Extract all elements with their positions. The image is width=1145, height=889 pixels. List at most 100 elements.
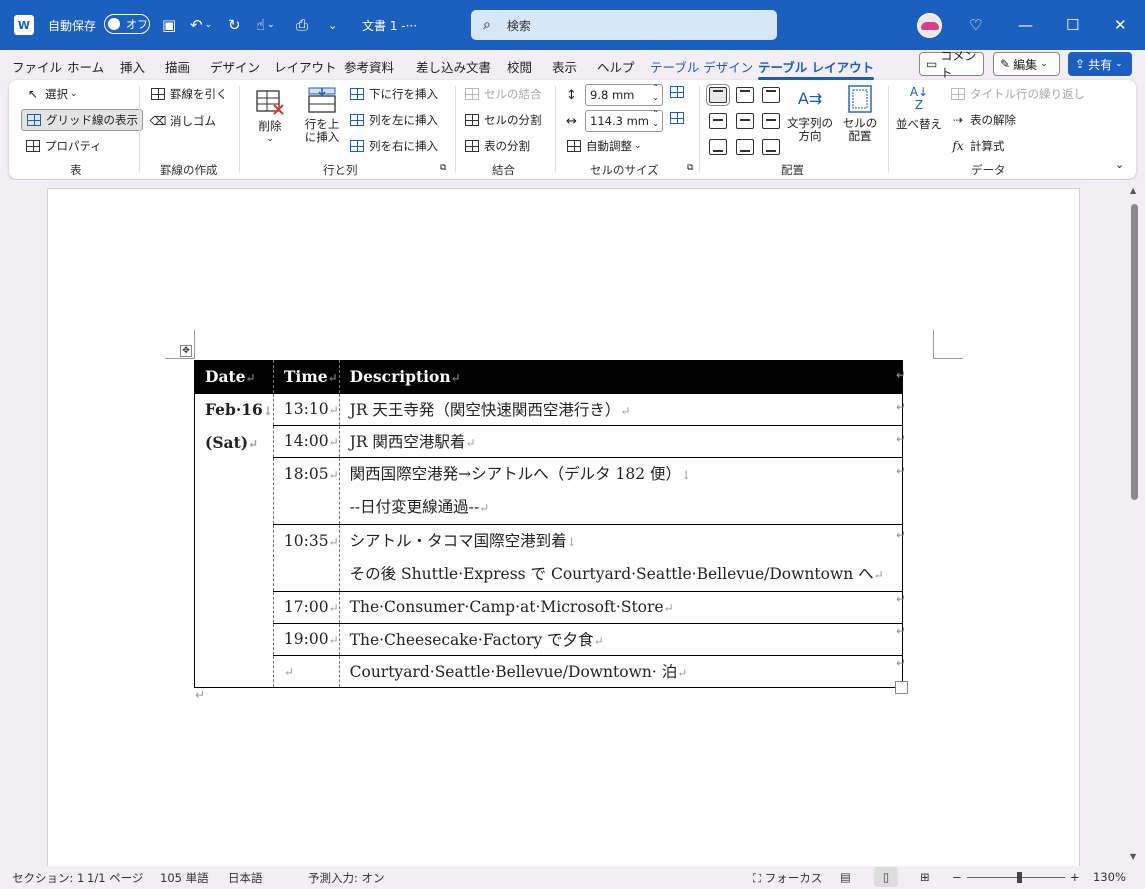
scroll-down-icon[interactable]: ▼ bbox=[1130, 852, 1136, 861]
status-section[interactable]: セクション: 1 bbox=[12, 870, 84, 886]
row-height-input[interactable]: 9.8 mm bbox=[585, 83, 663, 106]
print-layout-icon[interactable]: ▯ bbox=[874, 867, 898, 887]
time-cell[interactable]: ↵ bbox=[273, 655, 340, 688]
description-cell[interactable]: The·Cheesecake·Factory で夕食↵ bbox=[339, 623, 903, 656]
header-description[interactable]: Description↵ bbox=[339, 360, 903, 394]
align-center-icon[interactable] bbox=[736, 113, 754, 129]
collapse-ribbon-icon[interactable]: ⌄ bbox=[1115, 158, 1124, 171]
show-gridlines-button[interactable]: グリッド線の表示 bbox=[21, 109, 143, 131]
rows-dialog-launcher-icon[interactable]: ⧉ bbox=[440, 163, 446, 173]
tab-layout[interactable]: レイアウト bbox=[274, 57, 337, 76]
undo-icon[interactable]: ↶ ⌄ bbox=[190, 0, 212, 50]
tab-help[interactable]: ヘルプ bbox=[597, 57, 635, 76]
tab-references[interactable]: 参考資料 bbox=[344, 57, 394, 76]
zoom-in-icon[interactable]: + bbox=[1070, 870, 1080, 884]
zoom-out-icon[interactable]: − bbox=[952, 870, 962, 884]
scroll-up-icon[interactable]: ▲ bbox=[1130, 186, 1136, 195]
tab-file[interactable]: ファイル bbox=[12, 57, 62, 76]
zoom-slider[interactable] bbox=[967, 877, 1065, 878]
tab-draw[interactable]: 描画 bbox=[165, 57, 190, 76]
date-cell[interactable]: Feb·16↓ (Sat)↵ bbox=[194, 393, 274, 688]
time-cell[interactable]: 13:10↵ bbox=[273, 393, 340, 426]
distribute-columns-icon[interactable] bbox=[670, 112, 684, 124]
eraser-button[interactable]: ⌫ 消しゴム bbox=[150, 113, 216, 129]
insert-column-left-button[interactable]: 列を左に挿入 bbox=[349, 112, 438, 128]
distribute-rows-icon[interactable] bbox=[670, 86, 684, 98]
tab-table-layout[interactable]: テーブル レイアウト bbox=[758, 57, 875, 80]
quick-print-icon[interactable]: ⎙ bbox=[296, 0, 308, 50]
zoom-level[interactable]: 130% bbox=[1093, 870, 1126, 884]
text-direction-button[interactable]: A⇉ 文字列の 方向 bbox=[784, 85, 836, 143]
table-resize-handle-icon[interactable] bbox=[895, 681, 908, 694]
align-center-left-icon[interactable] bbox=[709, 113, 727, 129]
draw-table-button[interactable]: 罫線を引く bbox=[150, 86, 228, 102]
align-center-right-icon[interactable] bbox=[762, 113, 780, 129]
header-time[interactable]: Time↵ bbox=[273, 360, 340, 394]
tab-table-design[interactable]: テーブル デザイン bbox=[650, 57, 753, 76]
close-icon[interactable]: ✕ bbox=[1114, 0, 1127, 50]
tab-mailings[interactable]: 差し込み文書 bbox=[416, 57, 491, 76]
time-cell[interactable]: 19:00↵ bbox=[273, 623, 340, 656]
time-cell[interactable]: 14:00↵ bbox=[273, 425, 340, 458]
touch-mode-icon[interactable]: ☝ ⌄ bbox=[256, 0, 275, 50]
align-top-right-icon[interactable] bbox=[762, 87, 780, 103]
sort-button[interactable]: A↓ Z 並べ替え bbox=[896, 86, 942, 131]
lightbulb-icon[interactable]: ♡ bbox=[969, 0, 982, 50]
convert-to-text-button[interactable]: ⇢ 表の解除 bbox=[950, 112, 1016, 128]
time-cell[interactable]: 18:05↵ bbox=[273, 457, 340, 525]
read-mode-icon[interactable]: ▤ bbox=[840, 870, 851, 884]
tab-review[interactable]: 校閲 bbox=[507, 57, 532, 76]
time-cell[interactable]: 17:00↵ bbox=[273, 591, 340, 624]
tab-home[interactable]: ホーム bbox=[67, 57, 104, 76]
autosave-toggle[interactable]: オフ bbox=[104, 14, 150, 34]
table-move-handle-icon[interactable]: ✥ bbox=[180, 345, 192, 357]
split-cells-button[interactable]: セルの分割 bbox=[464, 112, 542, 128]
description-cell[interactable]: Courtyard·Seattle·Bellevue/Downtown· 泊↵ bbox=[339, 655, 903, 688]
description-cell[interactable]: The·Consumer·Camp·at·Microsoft·Store↵ bbox=[339, 591, 903, 624]
insert-row-above-button[interactable]: 行を上 に挿入 bbox=[301, 86, 343, 144]
redo-icon[interactable]: ↻ bbox=[228, 0, 241, 50]
description-cell[interactable]: シアトル・タコマ国際空港到着↓ その後 Shuttle·Express で Cou… bbox=[339, 524, 903, 592]
edit-mode-button[interactable]: ✎ 編集 ⌄ bbox=[993, 52, 1060, 76]
share-button[interactable]: ⇪ 共有 ⌄ bbox=[1068, 52, 1132, 76]
insert-column-right-button[interactable]: 列を右に挿入 bbox=[349, 138, 438, 154]
header-date[interactable]: Date↵ bbox=[194, 360, 274, 394]
user-avatar[interactable] bbox=[917, 13, 942, 38]
align-bottom-right-icon[interactable] bbox=[762, 139, 780, 155]
search-input[interactable]: ⌕ 検索 bbox=[471, 10, 777, 40]
description-cell[interactable]: 関西国際空港発→シアトルへ（デルタ 182 便）↓ --日付変更線通過--↵ bbox=[339, 457, 903, 525]
description-cell[interactable]: JR 関西空港駅着↵ bbox=[339, 425, 903, 458]
time-cell[interactable]: 10:35↵ bbox=[273, 524, 340, 592]
web-layout-icon[interactable]: ⊞ bbox=[920, 870, 930, 884]
column-width-input[interactable]: 114.3 mm bbox=[585, 109, 663, 132]
select-button[interactable]: ↖ 選択 ⌄ bbox=[25, 86, 78, 102]
document-title[interactable]: 文書 1 -··· bbox=[362, 0, 417, 50]
save-icon[interactable]: ▣ bbox=[162, 0, 176, 50]
maximize-icon[interactable]: ☐ bbox=[1066, 0, 1079, 50]
delete-button[interactable]: 削除 ⌄ bbox=[252, 88, 288, 146]
minimize-icon[interactable]: — bbox=[1018, 0, 1033, 50]
properties-button[interactable]: プロパティ bbox=[25, 138, 102, 154]
status-page[interactable]: 1/1 ページ bbox=[87, 870, 143, 886]
formula-button[interactable]: fx 計算式 bbox=[950, 138, 1004, 154]
tab-view[interactable]: 表示 bbox=[552, 57, 577, 76]
description-cell[interactable]: JR 天王寺発（関空快速関西空港行き）↵ bbox=[339, 393, 903, 426]
size-dialog-launcher-icon[interactable]: ⧉ bbox=[687, 163, 693, 173]
split-table-button[interactable]: 表の分割 bbox=[464, 138, 530, 154]
status-language[interactable]: 日本語 bbox=[228, 870, 263, 886]
cell-margins-button[interactable]: セルの 配置 bbox=[839, 85, 881, 143]
align-top-left-icon[interactable] bbox=[706, 84, 730, 106]
status-predictive-input[interactable]: 予測入力: オン bbox=[308, 870, 385, 886]
tab-insert[interactable]: 挿入 bbox=[120, 57, 145, 76]
schedule-table[interactable]: Date↵ Time↵ Description↵ Feb·16↓ (Sat)↵ 1… bbox=[194, 360, 903, 688]
align-bottom-center-icon[interactable] bbox=[736, 139, 754, 155]
customize-qat-icon[interactable]: ⌄ bbox=[328, 0, 337, 50]
status-word-count[interactable]: 105 単語 bbox=[160, 870, 209, 886]
autofit-button[interactable]: 自動調整 ⌄ bbox=[566, 138, 642, 154]
tab-design[interactable]: デザイン bbox=[210, 57, 260, 76]
focus-button[interactable]: ⛶ フォーカス bbox=[753, 870, 822, 886]
scrollbar-thumb[interactable] bbox=[1131, 204, 1138, 500]
vertical-scrollbar[interactable]: ▲ ▼ bbox=[1129, 186, 1141, 864]
align-top-center-icon[interactable] bbox=[736, 87, 754, 103]
zoom-slider-thumb[interactable] bbox=[1017, 872, 1022, 883]
